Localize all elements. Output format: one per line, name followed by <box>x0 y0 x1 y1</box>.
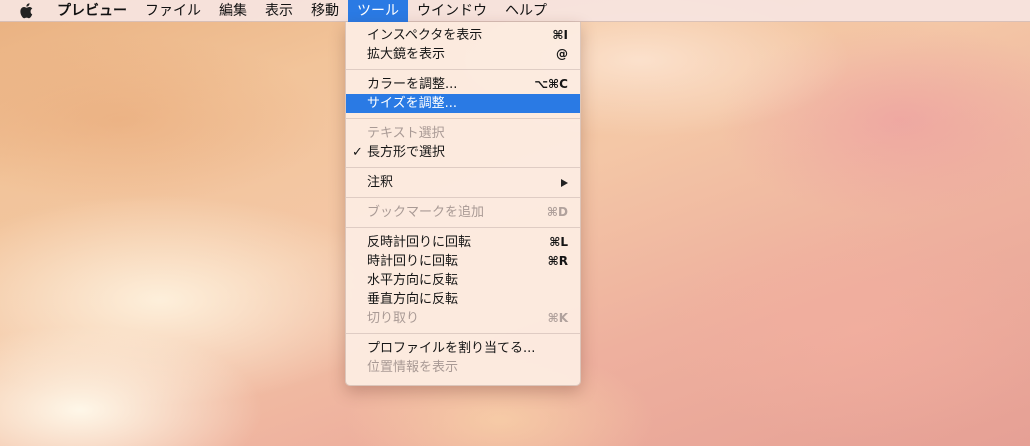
apple-logo-icon[interactable] <box>18 0 34 22</box>
menu-window[interactable]: ウインドウ <box>408 0 496 22</box>
menu-item-show-inspector[interactable]: インスペクタを表示 ⌘I <box>346 26 580 45</box>
menu-item-label: 垂直方向に反転 <box>367 292 459 307</box>
menu-item-label: 長方形で選択 <box>367 145 446 160</box>
chevron-right-icon <box>561 179 568 187</box>
menu-item-label: 切り取り <box>367 311 420 326</box>
menu-item-add-bookmark: ブックマークを追加 ⌘D <box>346 203 580 222</box>
menu-item-label: 反時計回りに回転 <box>367 235 472 250</box>
menu-separator <box>346 197 580 198</box>
menu-item-adjust-size[interactable]: サイズを調整... <box>346 94 580 113</box>
menu-item-label: ブックマークを追加 <box>367 205 485 220</box>
menu-separator <box>346 333 580 334</box>
checkmark-icon: ✓ <box>352 145 363 160</box>
menu-item-label: 時計回りに回転 <box>367 254 459 269</box>
menu-item-label: インスペクタを表示 <box>367 28 483 43</box>
menu-item-label: プロファイルを割り当てる... <box>367 341 536 356</box>
menu-item-text-selection: テキスト選択 <box>346 124 580 143</box>
menu-item-label: 拡大鏡を表示 <box>367 47 446 62</box>
menu-item-shortcut: @ <box>556 47 568 61</box>
menu-item-shortcut: ⌘I <box>552 28 568 42</box>
menu-help[interactable]: ヘルプ <box>496 0 556 22</box>
menu-item-rotate-right[interactable]: 時計回りに回転 ⌘R <box>346 252 580 271</box>
menu-edit[interactable]: 編集 <box>210 0 256 22</box>
menu-item-rotate-left[interactable]: 反時計回りに回転 ⌘L <box>346 233 580 252</box>
menu-app-preview[interactable]: プレビュー <box>48 0 136 22</box>
menu-item-label: カラーを調整... <box>367 77 458 92</box>
menu-item-shortcut: ⌥⌘C <box>534 77 568 91</box>
menu-item-shortcut: ⌘K <box>547 311 568 325</box>
menu-item-label: 注釈 <box>367 175 394 190</box>
menu-item-adjust-color[interactable]: カラーを調整... ⌥⌘C <box>346 75 580 94</box>
menu-view[interactable]: 表示 <box>256 0 302 22</box>
menu-separator <box>346 118 580 119</box>
menu-go[interactable]: 移動 <box>302 0 348 22</box>
menu-item-shortcut: ⌘D <box>546 205 568 219</box>
menu-item-annotate[interactable]: 注釈 <box>346 173 580 192</box>
menu-item-label: 位置情報を表示 <box>367 360 459 375</box>
tools-dropdown-menu: インスペクタを表示 ⌘I 拡大鏡を表示 @ カラーを調整... ⌥⌘C サイズを… <box>345 22 581 386</box>
menu-tools[interactable]: ツール <box>348 0 408 22</box>
menu-item-assign-profile[interactable]: プロファイルを割り当てる... <box>346 339 580 358</box>
menu-item-crop: 切り取り ⌘K <box>346 309 580 328</box>
menu-separator <box>346 69 580 70</box>
menu-item-rectangular-selection[interactable]: ✓ 長方形で選択 <box>346 143 580 162</box>
menu-separator <box>346 167 580 168</box>
menu-item-flip-horizontal[interactable]: 水平方向に反転 <box>346 271 580 290</box>
menu-item-show-magnifier[interactable]: 拡大鏡を表示 @ <box>346 45 580 64</box>
menu-item-flip-vertical[interactable]: 垂直方向に反転 <box>346 290 580 309</box>
menu-file[interactable]: ファイル <box>136 0 210 22</box>
menu-item-label: サイズを調整... <box>367 96 458 111</box>
menu-item-show-location: 位置情報を表示 <box>346 358 580 377</box>
menu-item-label: テキスト選択 <box>367 126 445 141</box>
menu-item-shortcut: ⌘L <box>549 235 568 249</box>
menu-separator <box>346 227 580 228</box>
menu-bar: プレビュー ファイル 編集 表示 移動 ツール ウインドウ ヘルプ <box>0 0 1030 22</box>
menu-item-label: 水平方向に反転 <box>367 273 459 288</box>
menu-item-shortcut: ⌘R <box>547 254 568 268</box>
